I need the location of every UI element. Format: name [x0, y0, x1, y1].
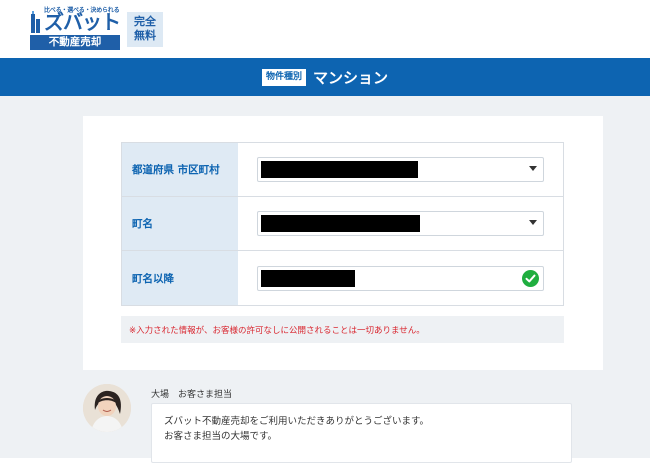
chat-message-line: お客さま担当の大場です。 [164, 431, 278, 442]
prefecture-city-select[interactable] [257, 157, 544, 182]
logo-subtitle: 不動産売却 [30, 35, 120, 50]
form-label: 町名以降 [122, 251, 238, 305]
free-badge: 完全 無料 [127, 12, 163, 47]
chat-message: ズバット不動産売却をご利用いただきありがとうございます。 お客さま担当の大場です… [151, 403, 572, 463]
free-badge-line2: 無料 [134, 29, 156, 42]
property-type-banner: 物件種別 マンション [0, 58, 650, 96]
form-label: 都道府県 市区町村 [122, 143, 238, 196]
free-badge-line1: 完全 [134, 15, 156, 28]
form-field [238, 143, 563, 196]
address-form: 都道府県 市区町村 町名 町名以降 [121, 142, 564, 306]
logo-name: ズバット [44, 10, 121, 34]
property-type-value: マンション [313, 68, 389, 87]
redacted-value [261, 215, 420, 232]
address-detail-input[interactable] [257, 265, 544, 291]
chevron-down-icon [529, 220, 537, 225]
agent-chat: 大場 お客さま担当 ズバット不動産売却をご利用いただきありがとうございます。 お… [83, 384, 623, 464]
check-icon [522, 269, 539, 287]
address-form-card: 都道府県 市区町村 町名 町名以降 ※入力された情報が、お客様の許可なしに公開さ… [83, 116, 603, 370]
town-select[interactable] [257, 211, 544, 236]
form-field [238, 197, 563, 250]
redacted-value [261, 161, 418, 178]
main-area: 都道府県 市区町村 町名 町名以降 ※入力された情報が、お客様の許可なしに公開さ… [0, 96, 650, 463]
form-row-address-detail: 町名以降 [122, 251, 563, 305]
form-row-town: 町名 [122, 197, 563, 251]
form-label: 町名 [122, 197, 238, 250]
privacy-notice: ※入力された情報が、お客様の許可なしに公開されることは一切ありません。 [121, 316, 564, 343]
form-field [238, 251, 563, 305]
chat-message-line: ズバット不動産売却をご利用いただきありがとうございます。 [164, 416, 430, 427]
agent-name: 大場 お客さま担当 [151, 390, 233, 400]
form-row-prefecture-city: 都道府県 市区町村 [122, 143, 563, 197]
agent-avatar [83, 384, 131, 432]
redacted-value [261, 269, 355, 287]
property-type-tag: 物件種別 [261, 68, 306, 86]
chevron-down-icon [529, 166, 537, 171]
site-header: 比べる・選べる・決められる ズバット 不動産売却 完全 無料 [0, 0, 650, 58]
zba-logo[interactable]: 比べる・選べる・決められる ズバット 不動産売却 [30, 5, 122, 51]
logo-building-icon [31, 11, 40, 33]
